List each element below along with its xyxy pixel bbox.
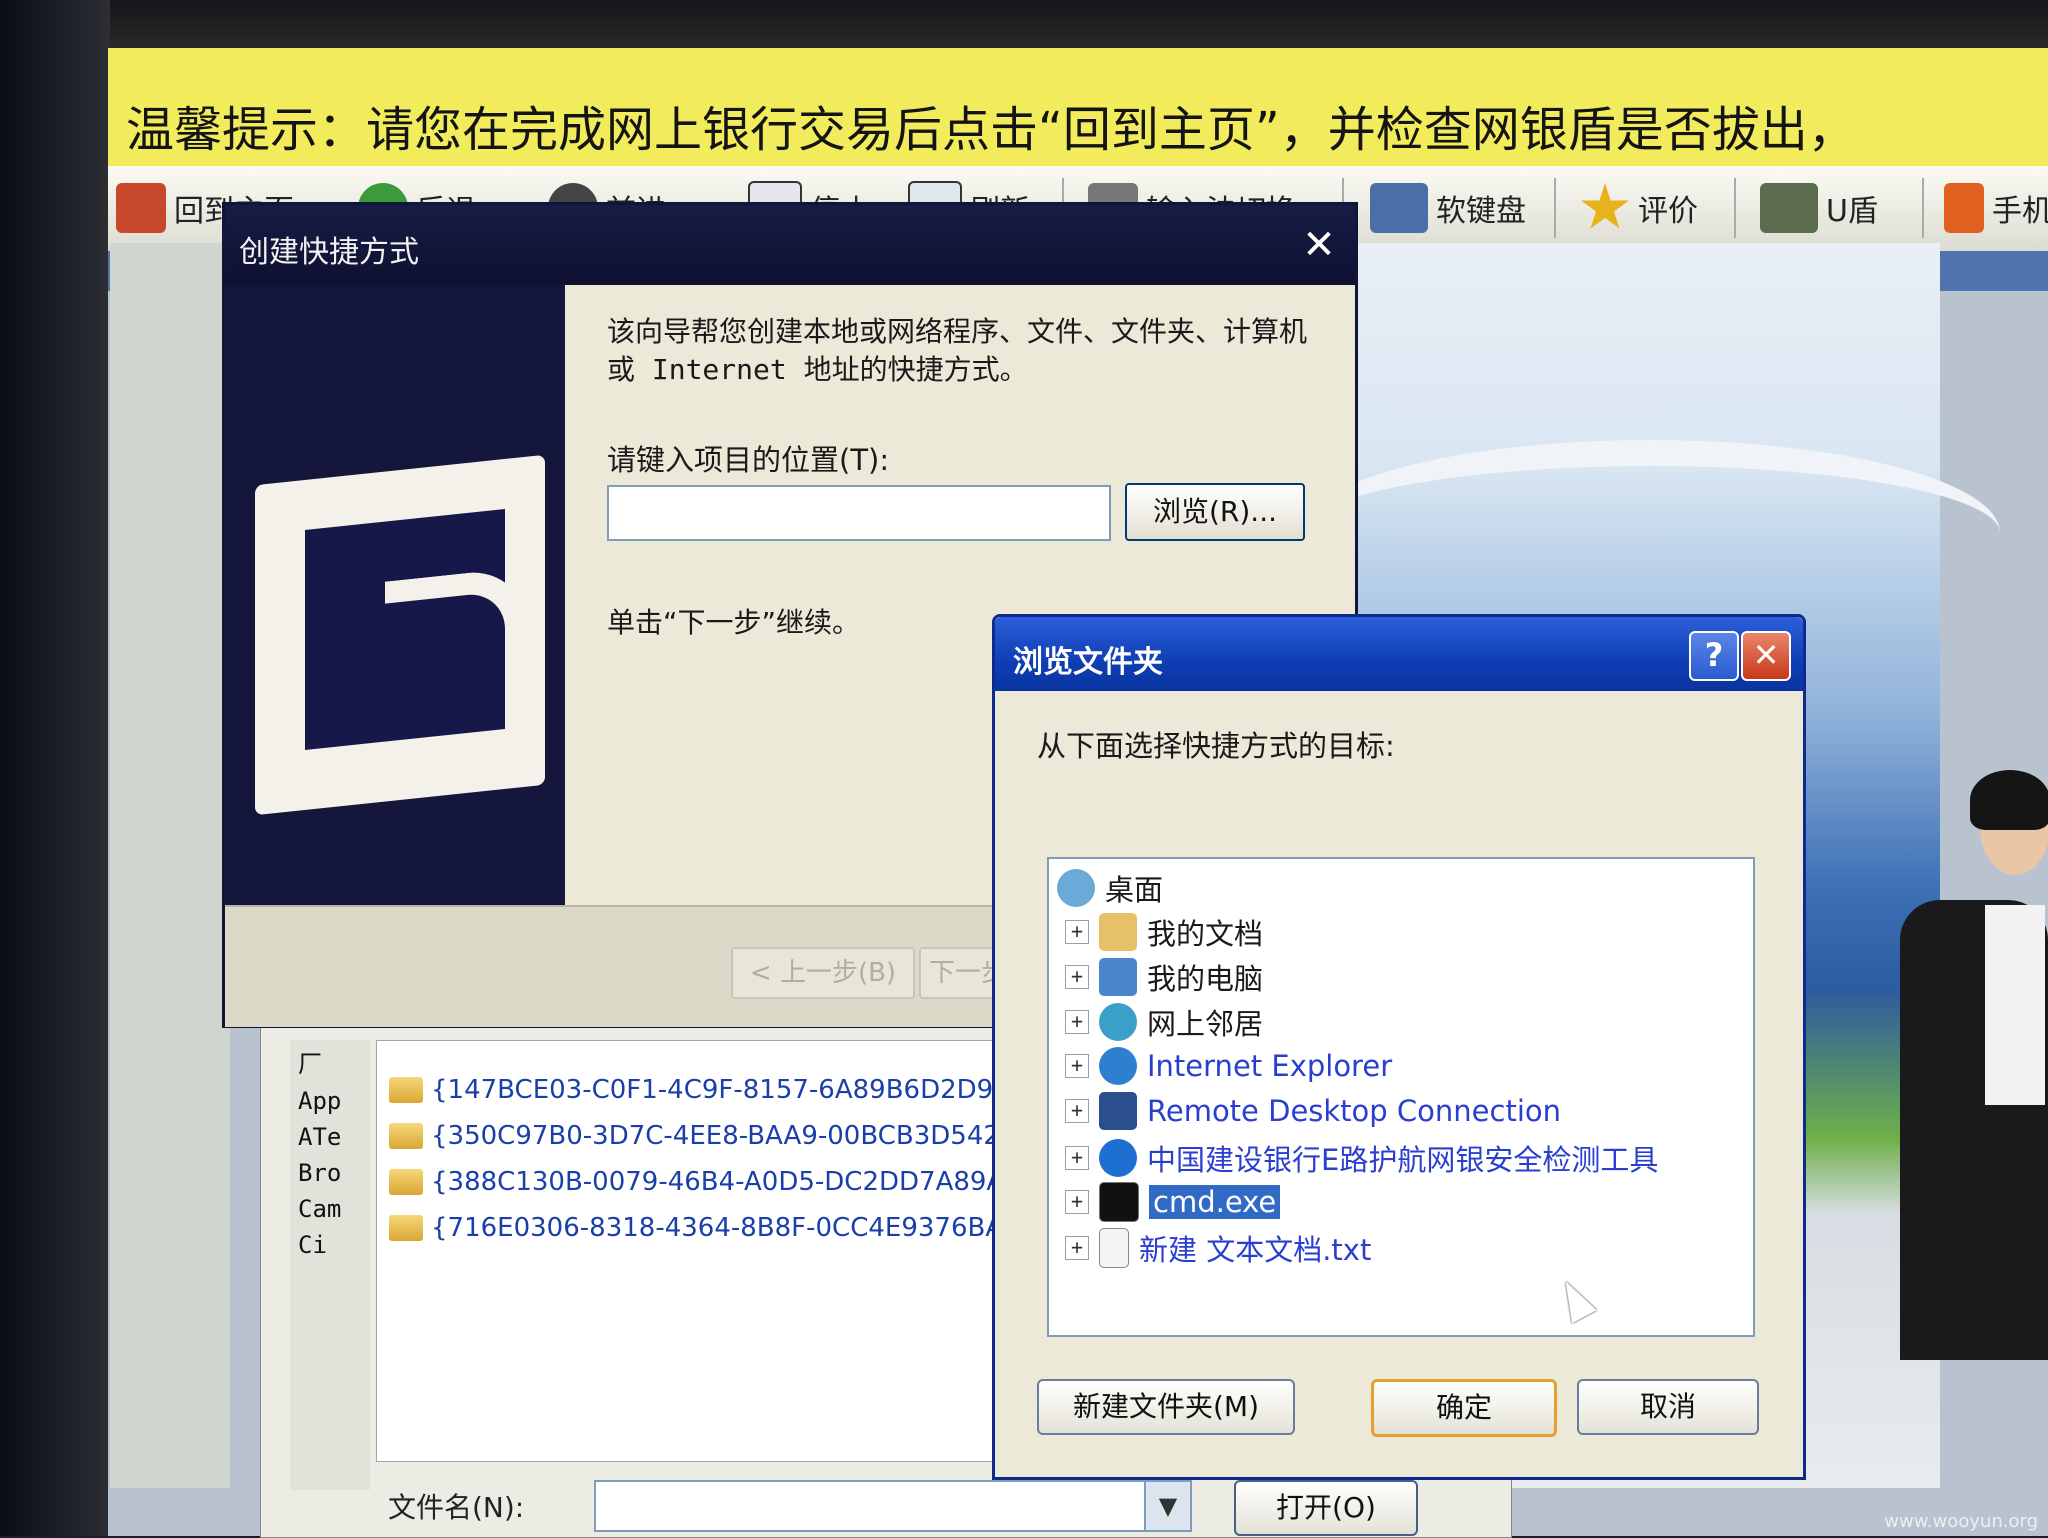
expand-icon[interactable]: + [1065, 1054, 1089, 1078]
my-documents-icon [1099, 913, 1137, 951]
my-computer-icon [1099, 958, 1137, 996]
wizard-description: 该向导帮您创建本地或网络程序、文件、文件夹、计算机或 Internet 地址的快… [607, 315, 1308, 386]
filename-label: 文件名(N): [388, 1491, 525, 1524]
soft-keyboard-button[interactable]: 软键盘 [1370, 180, 1526, 236]
folder-icon [389, 1123, 423, 1149]
expand-icon[interactable]: + [1065, 1190, 1089, 1214]
desktop-icon [1057, 869, 1095, 907]
expand-icon[interactable]: + [1065, 1236, 1089, 1260]
banner-arc [1300, 440, 2000, 626]
monitor-bezel-top [0, 0, 2048, 50]
open-button[interactable]: 打开(O) [1234, 1480, 1418, 1536]
close-icon[interactable]: ✕ [1295, 221, 1343, 269]
file-list: {147BCE03-C0F1-4C9F-8157-6A89B6D2D973} {… [376, 1040, 1050, 1462]
cancel-button[interactable]: 取消 [1577, 1379, 1759, 1435]
network-icon [1099, 1003, 1137, 1041]
tree-item-internet-explorer[interactable]: + Internet Explorer [1065, 1047, 1392, 1085]
mouse-cursor-icon [1553, 1274, 1597, 1324]
browse-folder-titlebar: 浏览文件夹 ? ✕ [995, 617, 1803, 691]
notice-bar: 温馨提示：请您在完成网上银行交易后点击“回到主页”，并检查网银盾是否拔出， [108, 48, 2048, 169]
sidebar-entry[interactable]: Ci [290, 1227, 370, 1263]
banner-person-hair [1970, 770, 2048, 830]
banner-person-shirt [1985, 905, 2045, 1105]
folder-icon [389, 1215, 423, 1241]
folder-icon [389, 1077, 423, 1103]
sidebar-entry[interactable]: Bro [290, 1155, 370, 1191]
cmd-icon [1099, 1182, 1139, 1222]
create-shortcut-titlebar: 创建快捷方式 ✕ [225, 205, 1355, 285]
ok-button[interactable]: 确定 [1371, 1379, 1557, 1437]
sidebar-entry[interactable]: ATe [290, 1119, 370, 1155]
next-hint: 单击“下一步”继续。 [607, 606, 861, 639]
toolbar-separator [1554, 178, 1556, 238]
file-list-item[interactable]: {716E0306-8318-4364-8B8F-0CC4E9376BAC} [389, 1213, 1037, 1243]
mobile-bank-button[interactable]: 手机银行 [1944, 180, 2048, 236]
tree-item-my-documents[interactable]: + 我的文档 [1065, 911, 1263, 953]
browse-button[interactable]: 浏览(R)... [1125, 483, 1305, 541]
browse-folder-title: 浏览文件夹 [1013, 645, 1163, 680]
phone-icon [1944, 183, 1984, 233]
location-label: 请键入项目的位置(T): [607, 443, 890, 477]
ie-icon [1099, 1047, 1137, 1085]
expand-icon[interactable]: + [1065, 965, 1089, 989]
shortcut-art-icon [255, 454, 545, 816]
ccb-tool-icon [1099, 1139, 1137, 1177]
file-list-item[interactable]: {350C97B0-3D7C-4EE8-BAA9-00BCB3D54227} [389, 1121, 1050, 1151]
sidebar-entry[interactable]: Cam [290, 1191, 370, 1227]
filename-dropdown[interactable]: ▼ [1144, 1480, 1192, 1532]
new-folder-button[interactable]: 新建文件夹(M) [1037, 1379, 1295, 1435]
create-shortcut-title: 创建快捷方式 [239, 235, 419, 270]
watermark: www.wooyun.org [1884, 1511, 2038, 1532]
tree-item-remote-desktop[interactable]: + Remote Desktop Connection [1065, 1092, 1561, 1130]
sidebar-entry[interactable]: App [290, 1083, 370, 1119]
filename-input[interactable] [594, 1480, 1158, 1532]
tree-item-cmd[interactable]: + cmd.exe [1065, 1182, 1281, 1222]
folder-icon [389, 1169, 423, 1195]
browse-prompt: 从下面选择快捷方式的目标: [1037, 729, 1395, 763]
monitor-bezel-left [0, 0, 110, 1536]
usb-key-icon [1760, 183, 1818, 233]
expand-icon[interactable]: + [1065, 1099, 1089, 1123]
browse-folder-dialog: 浏览文件夹 ? ✕ 从下面选择快捷方式的目标: 桌面 + 我的文档 + 我的电脑 +… [992, 614, 1806, 1480]
rate-button[interactable]: 评价 [1580, 180, 1698, 236]
location-input[interactable] [607, 485, 1111, 541]
remote-desktop-icon [1099, 1092, 1137, 1130]
home-icon [116, 183, 166, 233]
file-list-item[interactable]: {147BCE03-C0F1-4C9F-8157-6A89B6D2D973} [389, 1075, 1043, 1105]
tree-item-network[interactable]: + 网上邻居 [1065, 1001, 1263, 1043]
help-icon[interactable]: ? [1689, 631, 1739, 681]
star-icon [1581, 183, 1629, 229]
toolbar-separator [1922, 178, 1924, 238]
keyboard-icon [1370, 183, 1428, 233]
sidebar-entry[interactable]: 厂 [290, 1040, 370, 1083]
tree-item-text-file[interactable]: + 新建 文本文档.txt [1065, 1227, 1371, 1269]
open-dialog-sidebar: 厂 App ATe Bro Cam Ci [290, 1040, 370, 1490]
file-list-item[interactable]: {388C130B-0079-46B4-A0D5-DC2DD7A89A7B [389, 1167, 1039, 1197]
toolbar-separator [1734, 178, 1736, 238]
expand-icon[interactable]: + [1065, 1010, 1089, 1034]
tree-item-ccb-tool[interactable]: + 中国建设银行E路护航网银安全检测工具 [1065, 1137, 1658, 1179]
tree-item-my-computer[interactable]: + 我的电脑 [1065, 956, 1263, 998]
close-icon[interactable]: ✕ [1741, 631, 1791, 681]
expand-icon[interactable]: + [1065, 920, 1089, 944]
text-file-icon [1099, 1228, 1129, 1268]
notice-text: 温馨提示：请您在完成网上银行交易后点击“回到主页”，并检查网银盾是否拔出， [126, 102, 1856, 158]
folder-tree: 桌面 + 我的文档 + 我的电脑 + 网上邻居 + Internet Explorer … [1047, 857, 1755, 1337]
usb-key-button[interactable]: U盾 [1760, 180, 1878, 236]
wizard-banner [225, 285, 565, 905]
expand-icon[interactable]: + [1065, 1146, 1089, 1170]
back-button[interactable]: < 上一步(B) [731, 947, 915, 999]
page-left-panel [110, 243, 230, 1488]
tree-item-desktop[interactable]: 桌面 [1057, 867, 1163, 909]
